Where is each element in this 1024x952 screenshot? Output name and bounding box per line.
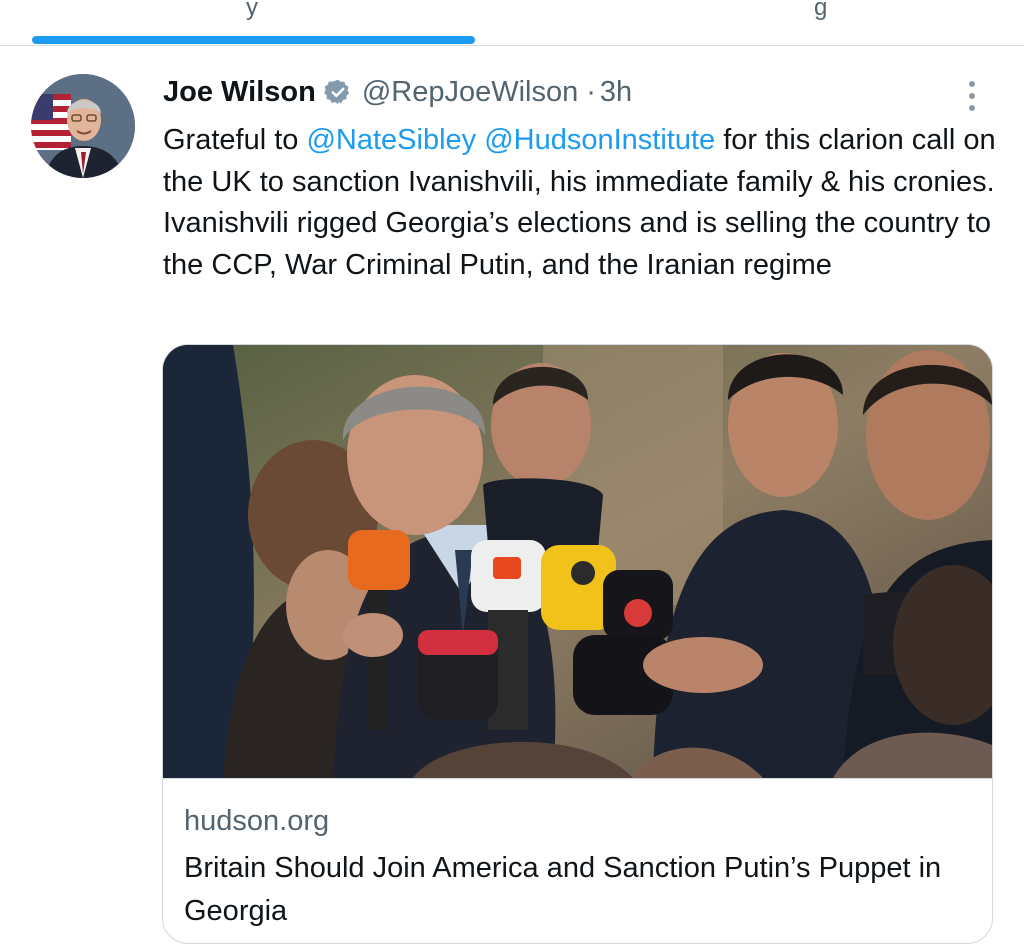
author-handle[interactable]: @RepJoeWilson xyxy=(362,76,578,109)
link-preview-card[interactable]: hudson.org Britain Should Join America a… xyxy=(162,344,993,944)
more-options-icon[interactable] xyxy=(956,76,988,116)
tweet-text-space xyxy=(476,124,484,156)
partial-tab-label-left[interactable]: y xyxy=(246,0,258,22)
mention-link-natesibley[interactable]: @NateSibley xyxy=(306,124,476,156)
link-card-footer[interactable]: hudson.org Britain Should Join America a… xyxy=(163,778,992,943)
author-display-name[interactable]: Joe Wilson xyxy=(163,76,316,109)
tweet-timestamp[interactable]: 3h xyxy=(600,76,632,109)
link-card-title[interactable]: Britain Should Join America and Sanction… xyxy=(184,847,964,933)
avatar-image xyxy=(31,74,135,178)
verified-badge-icon xyxy=(323,78,352,106)
mention-link-hudsoninstitute[interactable]: @HudsonInstitute xyxy=(484,124,715,156)
tweet[interactable]: Joe Wilson @RepJoeWilson · 3h Grateful t… xyxy=(0,46,1024,952)
top-tab-strip: y g xyxy=(0,0,1024,46)
tweet-header: Joe Wilson @RepJoeWilson · 3h xyxy=(163,72,632,112)
tweet-text-intro: Grateful to xyxy=(163,124,307,156)
avatar[interactable] xyxy=(31,74,135,178)
active-tab-indicator xyxy=(32,36,475,44)
link-card-domain: hudson.org xyxy=(184,805,330,837)
link-card-image[interactable] xyxy=(163,345,992,778)
flag-graphic xyxy=(31,94,71,150)
header-separator: · xyxy=(586,75,596,108)
partial-tab-label-right[interactable]: g xyxy=(814,0,827,22)
tweet-text: Grateful to @NateSibley @HudsonInstitute… xyxy=(163,120,1003,286)
